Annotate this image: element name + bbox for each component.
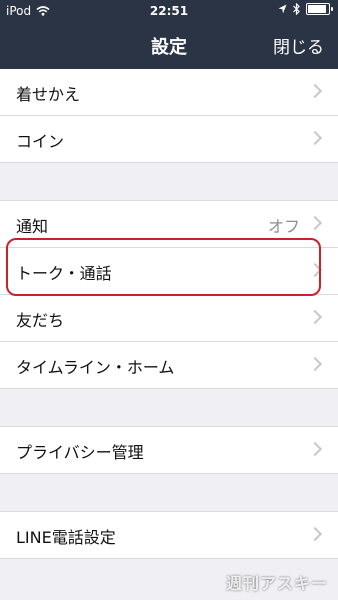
bluetooth-icon [293, 3, 300, 15]
battery-icon [306, 3, 333, 15]
settings-item-privacy[interactable]: プライバシー管理 [0, 427, 338, 474]
watermark-logo: 週刊アスキー [225, 574, 328, 593]
settings-item-label: プライバシー管理 [16, 443, 144, 462]
navigation-bar: iPod 22:51 設定 閉じる [0, 0, 338, 69]
close-button[interactable]: 閉じる [273, 33, 324, 58]
settings-item-label: 友だち [16, 311, 65, 330]
location-arrow-icon [278, 4, 287, 14]
settings-item-label: タイムライン・ホーム [16, 358, 175, 377]
chevron-right-icon [307, 83, 323, 99]
settings-item-label: LINE電話設定 [16, 528, 116, 547]
settings-item-chats-calls[interactable]: トーク・通話 [0, 248, 338, 295]
status-right [278, 3, 333, 15]
settings-item-label: 通知 [16, 217, 49, 236]
chevron-right-icon [307, 262, 323, 278]
settings-item-friends[interactable]: 友だち [0, 295, 338, 342]
section-gap [0, 474, 338, 512]
settings-item-value: オフ [267, 217, 300, 236]
chevron-right-icon [307, 526, 323, 542]
settings-item-notifications[interactable]: 通知 オフ [0, 201, 338, 248]
chevron-right-icon [307, 309, 323, 325]
settings-item-theme[interactable]: 着せかえ [0, 69, 338, 116]
battery-fill [308, 5, 326, 13]
settings-item-coins[interactable]: コイン [0, 116, 338, 163]
settings-item-label: トーク・通話 [16, 264, 112, 283]
status-bar: iPod 22:51 [0, 0, 338, 22]
settings-list: 着せかえ コイン 通知 オフ トーク・通話 友だち タイムライン・ホーム プライ… [0, 69, 338, 559]
settings-item-label: コイン [16, 132, 65, 151]
settings-item-line-call[interactable]: LINE電話設定 [0, 512, 338, 559]
section-gap [0, 163, 338, 201]
chevron-right-icon [307, 215, 323, 231]
chevron-right-icon [307, 130, 323, 146]
settings-item-timeline-home[interactable]: タイムライン・ホーム [0, 342, 338, 389]
settings-item-label: 着せかえ [16, 85, 81, 104]
chevron-right-icon [307, 441, 323, 457]
chevron-right-icon [307, 356, 323, 372]
section-gap [0, 389, 338, 427]
